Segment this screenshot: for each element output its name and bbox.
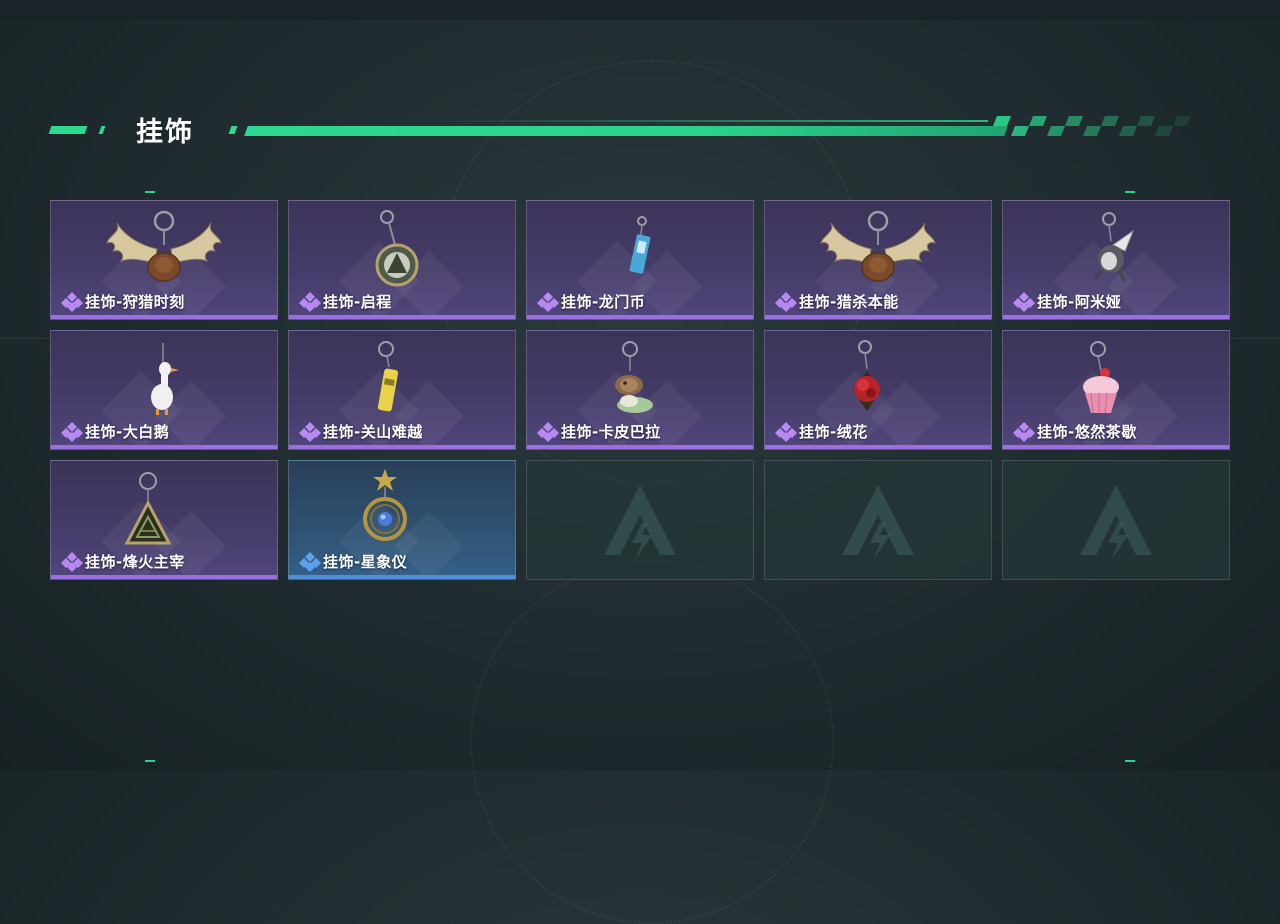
rarity-diamond-icon — [299, 552, 321, 572]
charm-card[interactable]: 挂饰-绒花 — [764, 330, 992, 450]
charm-name: 挂饰-悠然茶歇 — [1037, 422, 1137, 441]
empty-slot-logo-icon — [842, 485, 914, 559]
round-emblem-charm-icon — [375, 210, 419, 287]
moose-antler-charm-icon — [106, 210, 222, 282]
charm-label: 挂饰-启程 — [299, 290, 392, 312]
triangle-emblem-charm-icon — [124, 472, 172, 545]
rarity-bar — [1003, 315, 1229, 319]
header-accent-dash-small — [228, 126, 238, 134]
rarity-diamond-icon — [537, 422, 559, 442]
section-title: 挂饰 — [136, 117, 194, 148]
charm-name: 挂饰-绒花 — [799, 422, 868, 441]
card-charm-icon — [629, 216, 651, 274]
charm-name: 挂饰-卡皮巴拉 — [561, 422, 661, 441]
red-flower-charm-icon — [853, 340, 881, 411]
charm-name: 挂饰-烽火主宰 — [85, 552, 185, 571]
rarity-diamond-icon — [1013, 422, 1035, 442]
charm-name: 挂饰-关山难越 — [323, 422, 423, 441]
charm-label: 挂饰-烽火主宰 — [61, 550, 185, 572]
rarity-bar — [289, 315, 515, 319]
rarity-diamond-icon — [775, 422, 797, 442]
charm-name: 挂饰-星象仪 — [323, 552, 408, 571]
rarity-diamond-icon — [61, 292, 83, 312]
corner-mark-top-left — [145, 191, 155, 193]
header-accent-bar — [244, 126, 1008, 136]
charm-card[interactable]: 挂饰-卡皮巴拉 — [526, 330, 754, 450]
empty-slot — [1002, 460, 1230, 580]
empty-slot-logo-icon — [604, 485, 676, 559]
rarity-bar — [289, 445, 515, 449]
rarity-bar — [51, 315, 277, 319]
charm-name: 挂饰-猎杀本能 — [799, 292, 899, 311]
yellow-tube-charm-icon — [377, 341, 399, 412]
rarity-diamond-icon — [537, 292, 559, 312]
charm-label: 挂饰-大白鹅 — [61, 420, 169, 442]
background-ring-bottom — [470, 560, 834, 924]
header-thin-line — [428, 120, 988, 122]
charm-label: 挂饰-卡皮巴拉 — [537, 420, 661, 442]
rarity-bar — [1003, 445, 1229, 449]
rarity-diamond-icon — [61, 552, 83, 572]
charm-name: 挂饰-龙门币 — [561, 292, 646, 311]
empty-slot-logo-icon — [1080, 485, 1152, 559]
charm-card[interactable]: 挂饰-悠然茶歇 — [1002, 330, 1230, 450]
charm-label: 挂饰-龙门币 — [537, 290, 645, 312]
left-divider-line — [0, 338, 50, 339]
rarity-diamond-icon — [61, 422, 83, 442]
right-divider-line — [1230, 338, 1280, 339]
charm-label: 挂饰-悠然茶歇 — [1013, 420, 1137, 442]
header-checker-pattern — [993, 116, 1191, 136]
charm-card[interactable]: 挂饰-猎杀本能 — [764, 200, 992, 320]
charm-label: 挂饰-关山难越 — [299, 420, 423, 442]
capybara-charm-icon — [615, 341, 653, 413]
charm-label: 挂饰-星象仪 — [299, 550, 407, 572]
charm-label: 挂饰-阿米娅 — [1013, 290, 1121, 312]
charm-name: 挂饰-阿米娅 — [1037, 292, 1122, 311]
corner-mark-bottom-right — [1125, 760, 1135, 762]
rarity-diamond-icon — [299, 422, 321, 442]
charm-card[interactable]: 挂饰-烽火主宰 — [50, 460, 278, 580]
rarity-diamond-icon — [1013, 292, 1035, 312]
rarity-bar — [765, 445, 991, 449]
charm-label: 挂饰-绒花 — [775, 420, 868, 442]
rarity-bar — [51, 445, 277, 449]
charm-card[interactable]: 挂饰-大白鹅 — [50, 330, 278, 450]
goose-charm-icon — [151, 343, 179, 415]
charm-card[interactable]: 挂饰-阿米娅 — [1002, 200, 1230, 320]
header-accent-dash-small — [98, 126, 106, 134]
charm-name: 挂饰-启程 — [323, 292, 392, 311]
charm-card[interactable]: 挂饰-龙门币 — [526, 200, 754, 320]
astrolabe-charm-icon — [363, 469, 407, 541]
rarity-diamond-icon — [299, 292, 321, 312]
rarity-bar — [527, 445, 753, 449]
charm-card[interactable]: 挂饰-关山难越 — [288, 330, 516, 450]
corner-mark-bottom-left — [145, 760, 155, 762]
top-band — [0, 0, 1280, 20]
section-header: 挂饰 — [48, 108, 1208, 148]
charm-grid: 挂饰-狩猎时刻 挂饰-启程 挂饰-龙门币 挂饰-猎杀本能 挂饰-阿米娅 挂饰-大… — [50, 200, 1230, 580]
header-accent-dash — [48, 126, 88, 134]
rarity-bar — [51, 575, 277, 579]
rarity-bar — [289, 575, 515, 579]
rarity-bar — [765, 315, 991, 319]
empty-slot — [764, 460, 992, 580]
empty-slot — [526, 460, 754, 580]
corner-mark-top-right — [1125, 191, 1135, 193]
charm-card[interactable]: 挂饰-启程 — [288, 200, 516, 320]
charm-label: 挂饰-猎杀本能 — [775, 290, 899, 312]
rarity-diamond-icon — [775, 292, 797, 312]
bunny-charm-icon — [1093, 212, 1135, 282]
charm-name: 挂饰-狩猎时刻 — [85, 292, 185, 311]
moose-antler-charm-icon — [820, 210, 936, 282]
charm-card[interactable]: 挂饰-狩猎时刻 — [50, 200, 278, 320]
cupcake-charm-icon — [1083, 341, 1119, 414]
charm-label: 挂饰-狩猎时刻 — [61, 290, 185, 312]
rarity-bar — [527, 315, 753, 319]
charm-name: 挂饰-大白鹅 — [85, 422, 170, 441]
charm-card[interactable]: 挂饰-星象仪 — [288, 460, 516, 580]
